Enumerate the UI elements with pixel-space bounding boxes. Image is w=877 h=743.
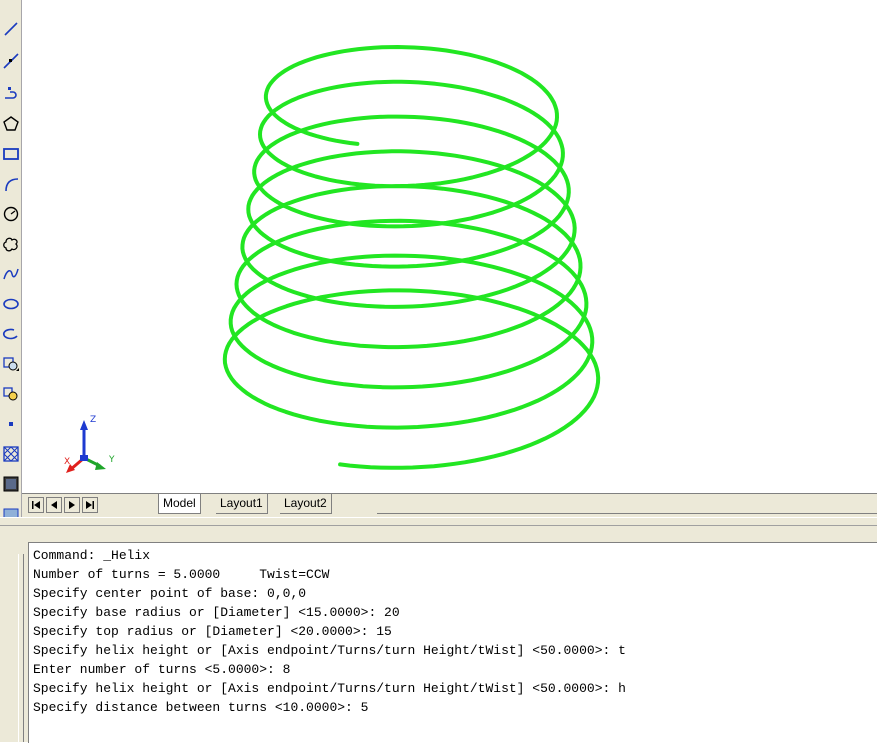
command-line-grip[interactable] bbox=[18, 554, 24, 742]
tab-baseline bbox=[377, 513, 877, 514]
command-line-panel: Command: _Helix Number of turns = 5.0000… bbox=[0, 526, 877, 743]
command-line-1: Command: _Helix bbox=[33, 548, 151, 563]
layout-tab-bar: Model Layout1 Layout2 bbox=[22, 493, 877, 518]
rectangle-icon[interactable] bbox=[2, 145, 20, 163]
last-tab-icon[interactable] bbox=[82, 497, 98, 513]
hatch-icon[interactable] bbox=[2, 445, 20, 463]
polygon-icon[interactable] bbox=[2, 115, 20, 133]
ucs-icon: Z X Y bbox=[64, 415, 115, 473]
window-splitter[interactable] bbox=[0, 517, 877, 526]
command-line-6: Specify helix height or [Axis endpoint/T… bbox=[33, 643, 626, 658]
make-block-icon[interactable] bbox=[2, 385, 20, 403]
prev-tab-icon[interactable] bbox=[46, 497, 62, 513]
ucs-z-label: Z bbox=[90, 415, 96, 425]
point-icon[interactable] bbox=[2, 415, 20, 433]
command-line-5: Specify top radius or [Diameter] <20.000… bbox=[33, 624, 392, 639]
helix-curve[interactable] bbox=[222, 45, 601, 470]
command-line-8: Specify helix height or [Axis endpoint/T… bbox=[33, 681, 626, 696]
ellipse-icon[interactable] bbox=[2, 295, 20, 313]
revision-cloud-icon[interactable] bbox=[2, 235, 20, 253]
tab-layout1[interactable]: Layout1 bbox=[216, 494, 268, 514]
circle-icon[interactable] bbox=[2, 205, 20, 223]
ucs-x-label: X bbox=[64, 457, 70, 467]
gradient-icon[interactable] bbox=[2, 475, 20, 493]
line-icon[interactable] bbox=[2, 20, 20, 38]
command-line-7: Enter number of turns <5.0000>: 8 bbox=[33, 662, 291, 677]
spline-icon[interactable] bbox=[2, 265, 20, 283]
tab-model[interactable]: Model bbox=[158, 494, 201, 514]
arc-icon[interactable] bbox=[2, 175, 20, 193]
command-history[interactable]: Command: _Helix Number of turns = 5.0000… bbox=[28, 542, 877, 743]
polyline-icon[interactable] bbox=[2, 84, 20, 102]
command-line-3: Specify center point of base: 0,0,0 bbox=[33, 586, 307, 601]
model-viewport[interactable]: Z X Y bbox=[22, 0, 877, 493]
ellipse-arc-icon[interactable] bbox=[2, 325, 20, 343]
tab-layout2[interactable]: Layout2 bbox=[280, 494, 332, 514]
next-tab-icon[interactable] bbox=[64, 497, 80, 513]
ucs-y-label: Y bbox=[108, 455, 115, 465]
first-tab-icon[interactable] bbox=[28, 497, 44, 513]
draw-toolbar bbox=[0, 0, 22, 526]
insert-block-icon[interactable] bbox=[2, 355, 20, 373]
command-line-9: Specify distance between turns <10.0000>… bbox=[33, 700, 369, 715]
command-line-2: Number of turns = 5.0000 Twist=CCW bbox=[33, 567, 330, 582]
construction-line-icon[interactable] bbox=[2, 52, 20, 70]
command-line-4: Specify base radius or [Diameter] <15.00… bbox=[33, 605, 400, 620]
